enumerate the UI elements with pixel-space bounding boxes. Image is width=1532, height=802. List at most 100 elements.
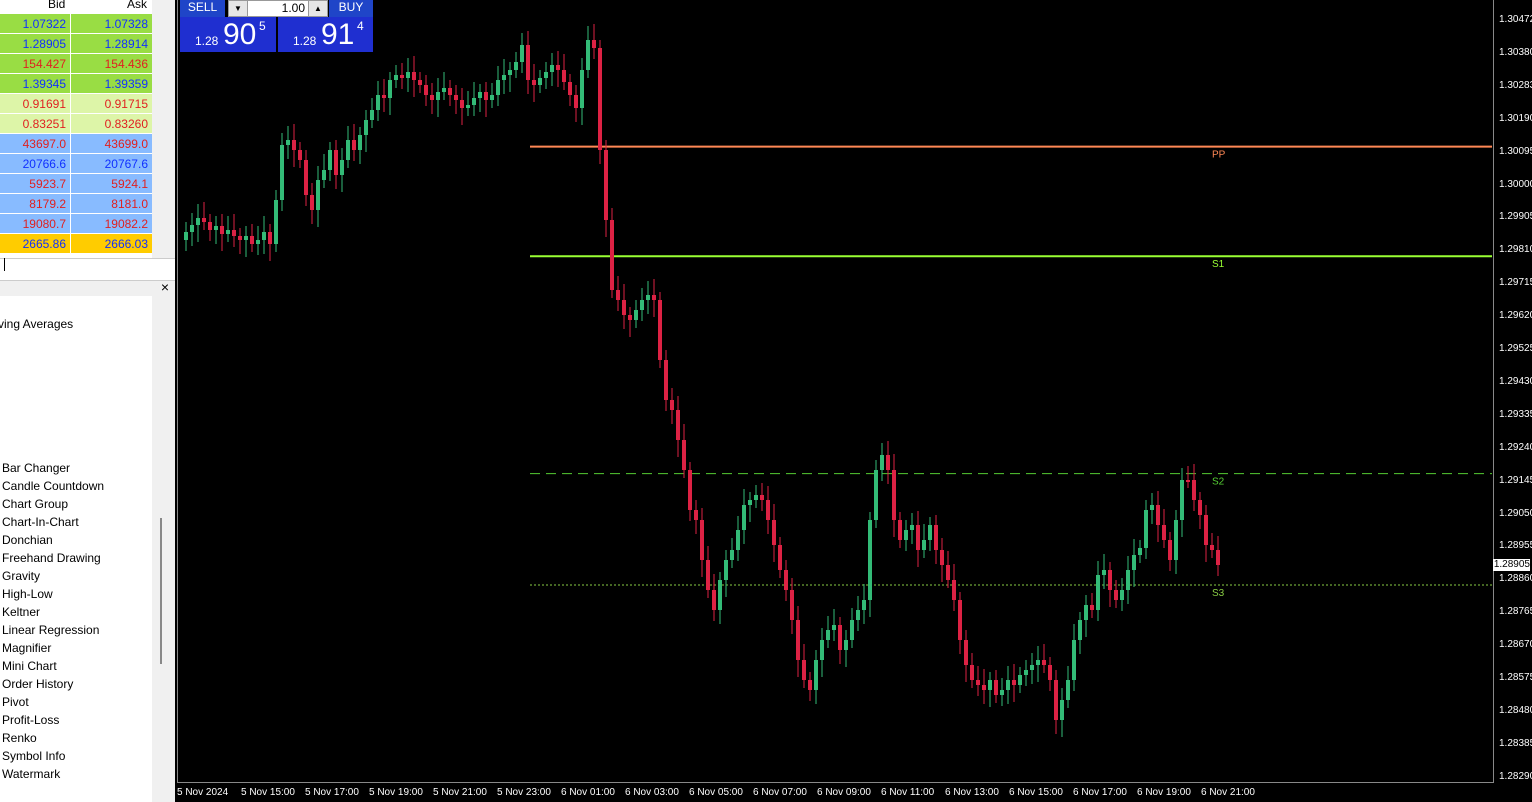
bid-price: 20766.6 bbox=[22, 157, 66, 171]
lot-increase-icon[interactable]: ▲ bbox=[308, 1, 327, 16]
navigator-item[interactable]: Candle Countdown bbox=[2, 479, 104, 493]
market-watch-row[interactable]: 5923.7 5924.1 bbox=[0, 174, 152, 194]
bid-price: 5923.7 bbox=[29, 177, 66, 191]
navigator-item[interactable]: Chart-In-Chart bbox=[2, 515, 79, 529]
navigator-item[interactable]: High-Low bbox=[2, 587, 53, 601]
time-axis-label: 6 Nov 09:00 bbox=[817, 787, 871, 798]
time-axis-label: 5 Nov 15:00 bbox=[241, 787, 295, 798]
price-axis-label: 1.28385 bbox=[1499, 737, 1532, 749]
bid-price: 0.91691 bbox=[22, 97, 66, 111]
price-axis-label: 1.29525 bbox=[1499, 343, 1532, 354]
bid-header[interactable]: Bid bbox=[48, 0, 65, 11]
bid-price: 1.39345 bbox=[22, 77, 66, 91]
time-axis-label: 5 Nov 23:00 bbox=[497, 787, 551, 798]
navigator-item[interactable]: Renko bbox=[2, 731, 37, 745]
buy-price-small: 1.28 bbox=[293, 34, 317, 48]
bid-price: 154.427 bbox=[22, 57, 66, 71]
navigator-scrollbar[interactable] bbox=[152, 296, 175, 802]
ask-price: 0.91715 bbox=[104, 97, 148, 111]
ask-price: 43699.0 bbox=[104, 137, 148, 151]
navigator-item[interactable]: Mini Chart bbox=[2, 659, 57, 673]
buy-price-box[interactable]: 1.28 91 4 bbox=[278, 17, 373, 52]
lot-size-stepper[interactable]: ▼ 1.00 ▲ bbox=[228, 0, 328, 17]
time-axis-label: 6 Nov 11:00 bbox=[881, 787, 935, 798]
navigator-item[interactable]: Keltner bbox=[2, 605, 40, 619]
buy-button[interactable]: BUY bbox=[329, 0, 373, 17]
navigator-header: × bbox=[0, 279, 175, 297]
ask-price: 1.39359 bbox=[104, 77, 148, 91]
price-axis-label: 1.30283 bbox=[1499, 79, 1532, 91]
lot-size-value[interactable]: 1.00 bbox=[249, 1, 305, 16]
time-axis-label: 5 Nov 19:00 bbox=[369, 787, 423, 798]
time-axis-label: 6 Nov 21:00 bbox=[1201, 787, 1255, 798]
time-axis-label: 6 Nov 19:00 bbox=[1137, 787, 1191, 798]
bid-price: 43697.0 bbox=[22, 137, 66, 151]
navigator-item[interactable]: Linear Regression bbox=[2, 623, 99, 637]
time-axis-label: 6 Nov 05:00 bbox=[689, 787, 743, 798]
market-watch-row[interactable]: 154.427 154.436 bbox=[0, 54, 152, 74]
navigator-item[interactable]: Chart Group bbox=[2, 497, 68, 511]
navigator-tree: ving Averages Bar Changer Candle Countdow… bbox=[0, 296, 152, 802]
price-axis-label: 1.28860 bbox=[1499, 573, 1532, 585]
time-axis-label: 6 Nov 07:00 bbox=[753, 787, 807, 798]
buy-price-big: 91 bbox=[321, 18, 355, 51]
close-icon[interactable]: × bbox=[161, 279, 169, 295]
sell-button[interactable]: SELL bbox=[180, 0, 225, 17]
navigator-item[interactable]: Gravity bbox=[2, 569, 40, 583]
market-watch-row[interactable]: 43697.0 43699.0 bbox=[0, 134, 152, 154]
navigator-item[interactable]: Pivot bbox=[2, 695, 29, 709]
sell-price-small: 1.28 bbox=[195, 34, 219, 48]
current-price-tag: 1.28905 bbox=[1493, 559, 1530, 571]
market-watch-row[interactable]: 0.91691 0.91715 bbox=[0, 94, 152, 114]
bid-price: 1.07322 bbox=[22, 17, 66, 31]
price-axis-label: 1.28955 bbox=[1499, 540, 1532, 552]
bid-price: 0.83251 bbox=[22, 117, 66, 131]
price-axis-label: 1.28480 bbox=[1499, 704, 1532, 716]
navigator-group-moving-averages[interactable]: ving Averages bbox=[0, 317, 73, 331]
price-axis-label: 1.30380 bbox=[1499, 46, 1532, 58]
time-axis-label: 6 Nov 17:00 bbox=[1073, 787, 1127, 798]
market-watch-row[interactable]: 2665.86 2666.03 bbox=[0, 234, 152, 254]
navigator-item[interactable]: Donchian bbox=[2, 533, 53, 547]
sell-price-big: 90 bbox=[223, 18, 257, 51]
price-axis-label: 1.28290 bbox=[1499, 770, 1532, 782]
price-axis-label: 1.29145 bbox=[1499, 474, 1532, 486]
bid-price: 8179.2 bbox=[29, 197, 66, 211]
market-watch-row[interactable]: 1.28905 1.28914 bbox=[0, 34, 152, 54]
market-watch-row[interactable]: 20766.6 20767.6 bbox=[0, 154, 152, 174]
ask-price: 154.436 bbox=[104, 57, 148, 71]
price-axis-label: 1.29715 bbox=[1499, 277, 1532, 289]
price-axis-label: 1.28575 bbox=[1499, 672, 1532, 683]
text-cursor bbox=[4, 258, 5, 271]
ask-price: 5924.1 bbox=[111, 177, 148, 191]
ask-header[interactable]: Ask bbox=[127, 0, 147, 11]
ask-price: 2666.03 bbox=[104, 237, 148, 251]
time-axis-label: 5 Nov 2024 bbox=[177, 787, 229, 798]
sell-price-box[interactable]: 1.28 90 5 bbox=[180, 17, 276, 52]
navigator-item[interactable]: Magnifier bbox=[2, 641, 51, 655]
price-axis-label: 1.28765 bbox=[1499, 606, 1532, 618]
time-axis-label: 6 Nov 03:00 bbox=[625, 787, 679, 798]
market-watch-row[interactable]: 0.83251 0.83260 bbox=[0, 114, 152, 134]
navigator-item[interactable]: Freehand Drawing bbox=[2, 551, 101, 565]
navigator-item[interactable]: Order History bbox=[2, 677, 73, 691]
ask-price: 1.28914 bbox=[104, 37, 148, 51]
lot-decrease-icon[interactable]: ▼ bbox=[229, 1, 248, 16]
navigator-scroll-thumb[interactable] bbox=[160, 518, 162, 664]
market-watch-row[interactable]: 8179.2 8181.0 bbox=[0, 194, 152, 214]
navigator-item[interactable]: Bar Changer bbox=[2, 461, 70, 475]
price-axis-label: 1.29430 bbox=[1499, 375, 1532, 387]
navigator-item[interactable]: Symbol Info bbox=[2, 749, 65, 763]
market-watch-row[interactable]: 1.07322 1.07328 bbox=[0, 14, 152, 34]
price-axis-label: 1.29240 bbox=[1499, 441, 1532, 453]
price-axis-label: 1.29810 bbox=[1499, 244, 1532, 256]
market-watch-row[interactable]: 1.39345 1.39359 bbox=[0, 74, 152, 94]
bid-price: 19080.7 bbox=[22, 217, 66, 231]
navigator-item[interactable]: Profit-Loss bbox=[2, 713, 59, 727]
market-watch-row[interactable]: 19080.7 19082.2 bbox=[0, 214, 152, 234]
market-watch-footer bbox=[0, 258, 175, 279]
market-watch-scrollbar[interactable] bbox=[152, 0, 175, 258]
time-axis-label: 6 Nov 15:00 bbox=[1009, 787, 1063, 798]
navigator-item[interactable]: Watermark bbox=[2, 767, 60, 781]
price-axis-label: 1.30472 bbox=[1499, 14, 1532, 25]
